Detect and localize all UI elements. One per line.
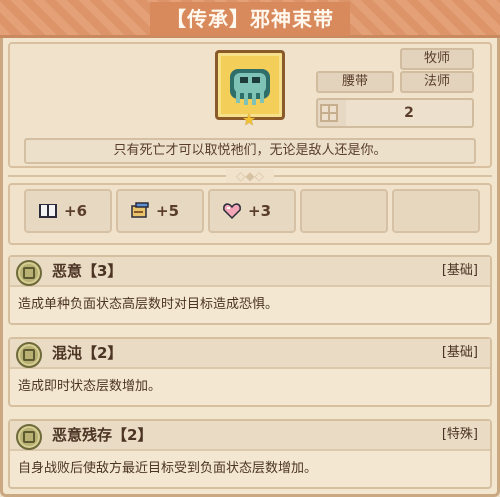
stat-value: +6 — [64, 202, 88, 220]
flavor-text: 只有死亡才可以取悦祂们，无论是敌人还是你。 — [24, 138, 476, 164]
scroll-icon — [131, 202, 149, 218]
slot-count: 2 — [346, 100, 472, 126]
skill-card[interactable]: 恶意【3】 [基础] 造成单种负面状态高层数时对目标造成恐惧。 — [8, 255, 492, 325]
book-icon — [39, 204, 57, 218]
stat-value: +3 — [248, 202, 272, 220]
class-tag-priest: 牧师 — [400, 48, 474, 70]
belt-skull-icon — [230, 69, 270, 105]
skill-name: 恶意【3】 — [52, 262, 123, 280]
skill-type: [基础] — [441, 345, 478, 360]
divider-ornament: ◇◆◇ — [226, 169, 274, 183]
skill-header: 恶意【3】 [基础] — [10, 257, 490, 287]
class-tag-mage: 法师 — [400, 71, 474, 93]
skill-type: [特殊] — [441, 427, 478, 442]
skill-description: 造成单种负面状态高层数时对目标造成恐惧。 — [18, 297, 279, 312]
stat-slot-scroll[interactable]: +5 — [116, 189, 204, 233]
skill-type: [基础] — [441, 263, 478, 278]
skill-card[interactable]: 混沌【2】 [基础] 造成即时状态层数增加。 — [8, 337, 492, 407]
item-title: 【传承】邪神束带 — [150, 2, 350, 36]
stat-slot-book[interactable]: +6 — [24, 189, 112, 233]
stat-slot-heart[interactable]: +3 — [208, 189, 296, 233]
stat-slot-empty — [392, 189, 480, 233]
stat-slot-empty — [300, 189, 388, 233]
skill-card[interactable]: 恶意残存【2】 [特殊] 自身战败后使敌方最近目标受到负面状态层数增加。 — [8, 419, 492, 489]
stat-value: +5 — [156, 202, 180, 220]
skill-description: 造成即时状态层数增加。 — [18, 379, 162, 394]
skill-header: 恶意残存【2】 [特殊] — [10, 421, 490, 451]
category-tag: 腰带 — [316, 71, 394, 93]
title-bar: 【传承】邪神束带 — [0, 0, 500, 38]
skill-name: 混沌【2】 — [52, 344, 123, 362]
star-icon: ★ — [241, 110, 257, 129]
skill-name: 恶意残存【2】 — [52, 426, 153, 444]
grid-icon — [320, 104, 338, 122]
skill-icon — [16, 260, 42, 286]
heart-icon — [223, 203, 241, 220]
skill-header: 混沌【2】 [基础] — [10, 339, 490, 369]
skill-icon — [16, 342, 42, 368]
skill-icon — [16, 424, 42, 450]
skill-description: 自身战败后使敌方最近目标受到负面状态层数增加。 — [18, 461, 318, 476]
